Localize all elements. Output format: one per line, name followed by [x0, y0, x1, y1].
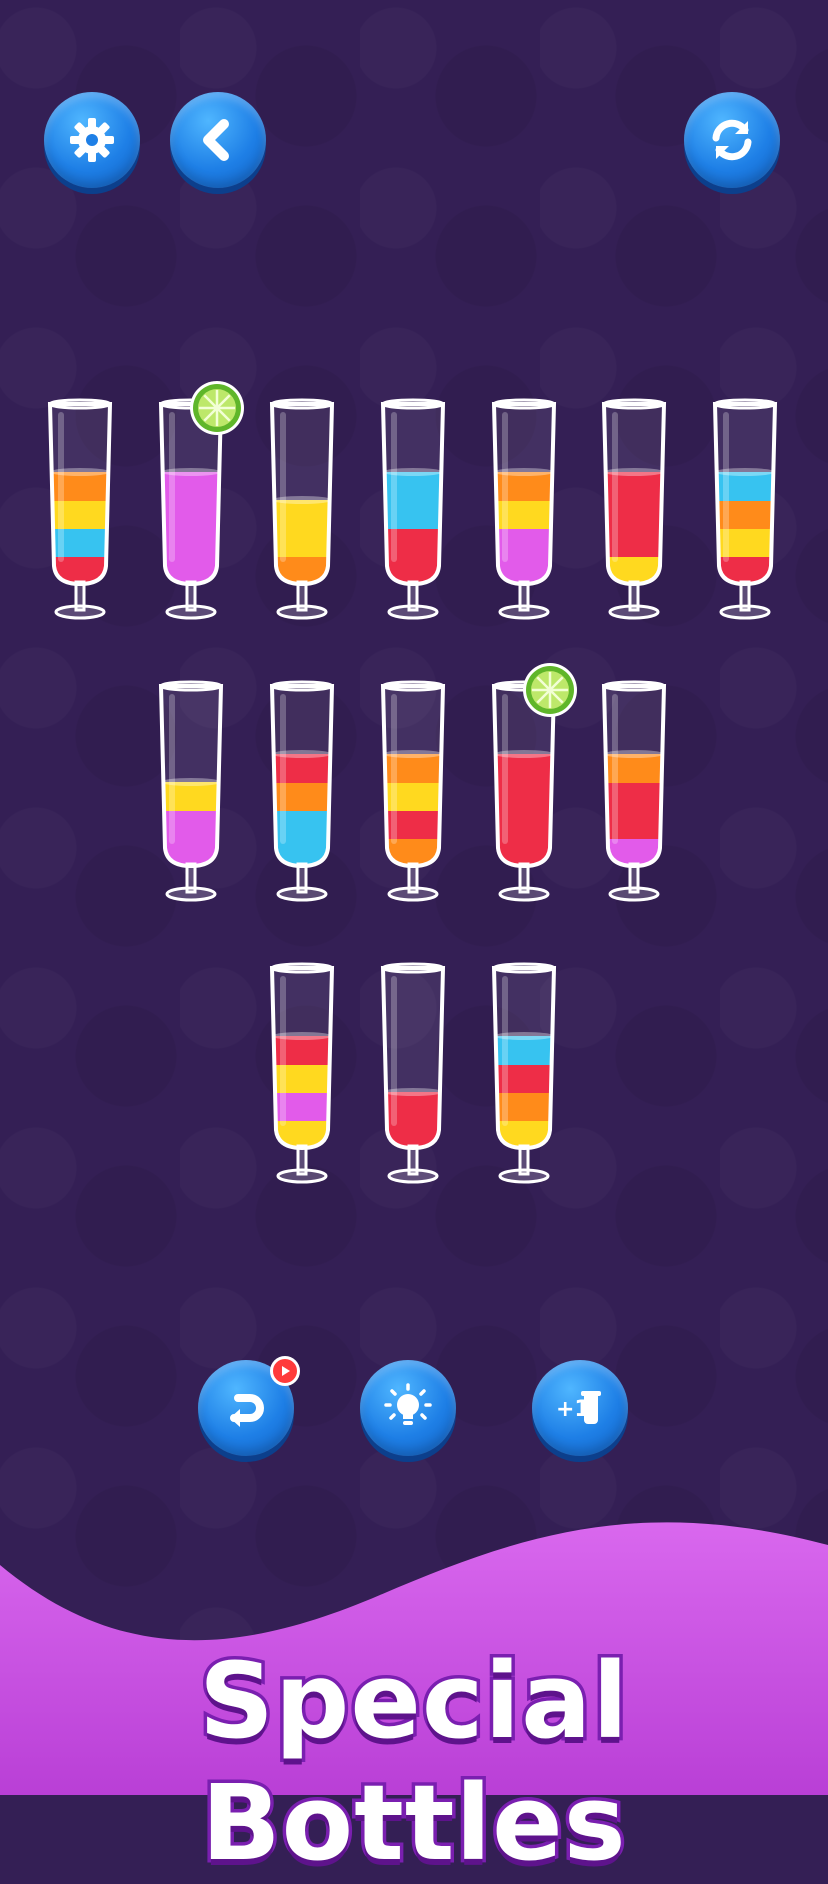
glass-9[interactable]: [266, 680, 338, 906]
glass-rim: [602, 398, 666, 410]
glass-base: [165, 604, 217, 620]
glass-8[interactable]: [155, 680, 227, 906]
liquid-layer-red: [272, 1036, 332, 1065]
glass-2[interactable]: [155, 381, 244, 624]
glass-rim: [270, 962, 334, 974]
glass-gloss: [280, 694, 286, 844]
liquid-layer-orange: [383, 754, 443, 783]
glass-15[interactable]: [488, 962, 560, 1188]
glass-rim: [713, 398, 777, 410]
glass-gloss: [502, 694, 508, 844]
glass-4[interactable]: [377, 398, 449, 624]
add-tube-button[interactable]: +1: [532, 1360, 628, 1456]
undo-arrow-icon: [230, 1394, 264, 1427]
glass-gloss: [280, 976, 286, 1126]
glass-gloss: [723, 412, 729, 562]
restart-button[interactable]: [684, 92, 780, 188]
glass-12[interactable]: [598, 680, 670, 906]
glass-gloss: [612, 694, 618, 844]
settings-button[interactable]: [44, 92, 140, 188]
plus-tube-icon: +1: [556, 1391, 601, 1424]
glass-base: [387, 604, 439, 620]
glass-base: [498, 604, 550, 620]
glass-base: [387, 1168, 439, 1184]
glass-base: [387, 886, 439, 902]
glass-rim: [381, 398, 445, 410]
glass-gloss: [502, 412, 508, 562]
liquid-layer-orange: [50, 472, 110, 501]
liquid-layer-orange: [494, 472, 554, 501]
glass-rim: [48, 398, 112, 410]
play-video-icon: [282, 1366, 290, 1376]
lime-slice-icon: [523, 663, 577, 717]
liquid-layer-pink: [161, 472, 221, 501]
glass-gloss: [391, 694, 397, 844]
refresh-icon: [712, 119, 752, 161]
glass-rim: [381, 962, 445, 974]
glass-gloss: [169, 694, 175, 844]
back-button[interactable]: [170, 92, 266, 188]
glass-gloss: [391, 412, 397, 562]
video-ad-badge: [270, 1356, 300, 1386]
glass-base: [54, 604, 106, 620]
liquid-layer-orange: [604, 754, 664, 783]
glass-rim: [492, 398, 556, 410]
glass-base: [608, 886, 660, 902]
glass-5[interactable]: [488, 398, 560, 624]
glass-base: [276, 604, 328, 620]
glass-11[interactable]: [488, 663, 577, 906]
liquid-layer-blue: [494, 1036, 554, 1065]
glass-rim: [381, 680, 445, 692]
glass-14[interactable]: [377, 962, 449, 1188]
glass-rim: [270, 398, 334, 410]
gear-icon: [70, 118, 114, 162]
chevron-left-icon: [203, 119, 229, 161]
liquid-layer-red: [494, 754, 554, 783]
glass-base: [608, 604, 660, 620]
glass-base: [498, 1168, 550, 1184]
glass-gloss: [391, 976, 397, 1126]
glass-rim: [270, 680, 334, 692]
liquid-layer-red: [272, 754, 332, 783]
glass-6[interactable]: [598, 398, 670, 624]
glass-13[interactable]: [266, 962, 338, 1188]
promo-banner: Special Bottles: [0, 1505, 828, 1884]
glass-gloss: [58, 412, 64, 562]
glass-base: [498, 886, 550, 902]
glass-gloss: [169, 412, 175, 562]
lightbulb-icon: [384, 1383, 432, 1425]
glass-base: [719, 604, 771, 620]
glass-base: [276, 886, 328, 902]
glass-3[interactable]: [266, 398, 338, 624]
glass-rim: [159, 680, 223, 692]
undo-button[interactable]: [198, 1356, 300, 1456]
glass-gloss: [612, 412, 618, 562]
glass-gloss: [502, 976, 508, 1126]
glass-base: [165, 886, 217, 902]
liquid-layer-red: [604, 472, 664, 501]
glass-base: [276, 1168, 328, 1184]
lime-slice-icon: [190, 381, 244, 435]
liquid-layer-blue: [383, 472, 443, 501]
glass-rim: [602, 680, 666, 692]
glass-gloss: [280, 412, 286, 562]
liquid-layer-blue: [715, 472, 775, 501]
glass-1[interactable]: [44, 398, 116, 624]
glass-rim: [492, 962, 556, 974]
hint-button[interactable]: [360, 1360, 456, 1456]
glass-10[interactable]: [377, 680, 449, 906]
banner-title: Special Bottles: [195, 1637, 631, 1884]
glass-7[interactable]: [709, 398, 781, 624]
